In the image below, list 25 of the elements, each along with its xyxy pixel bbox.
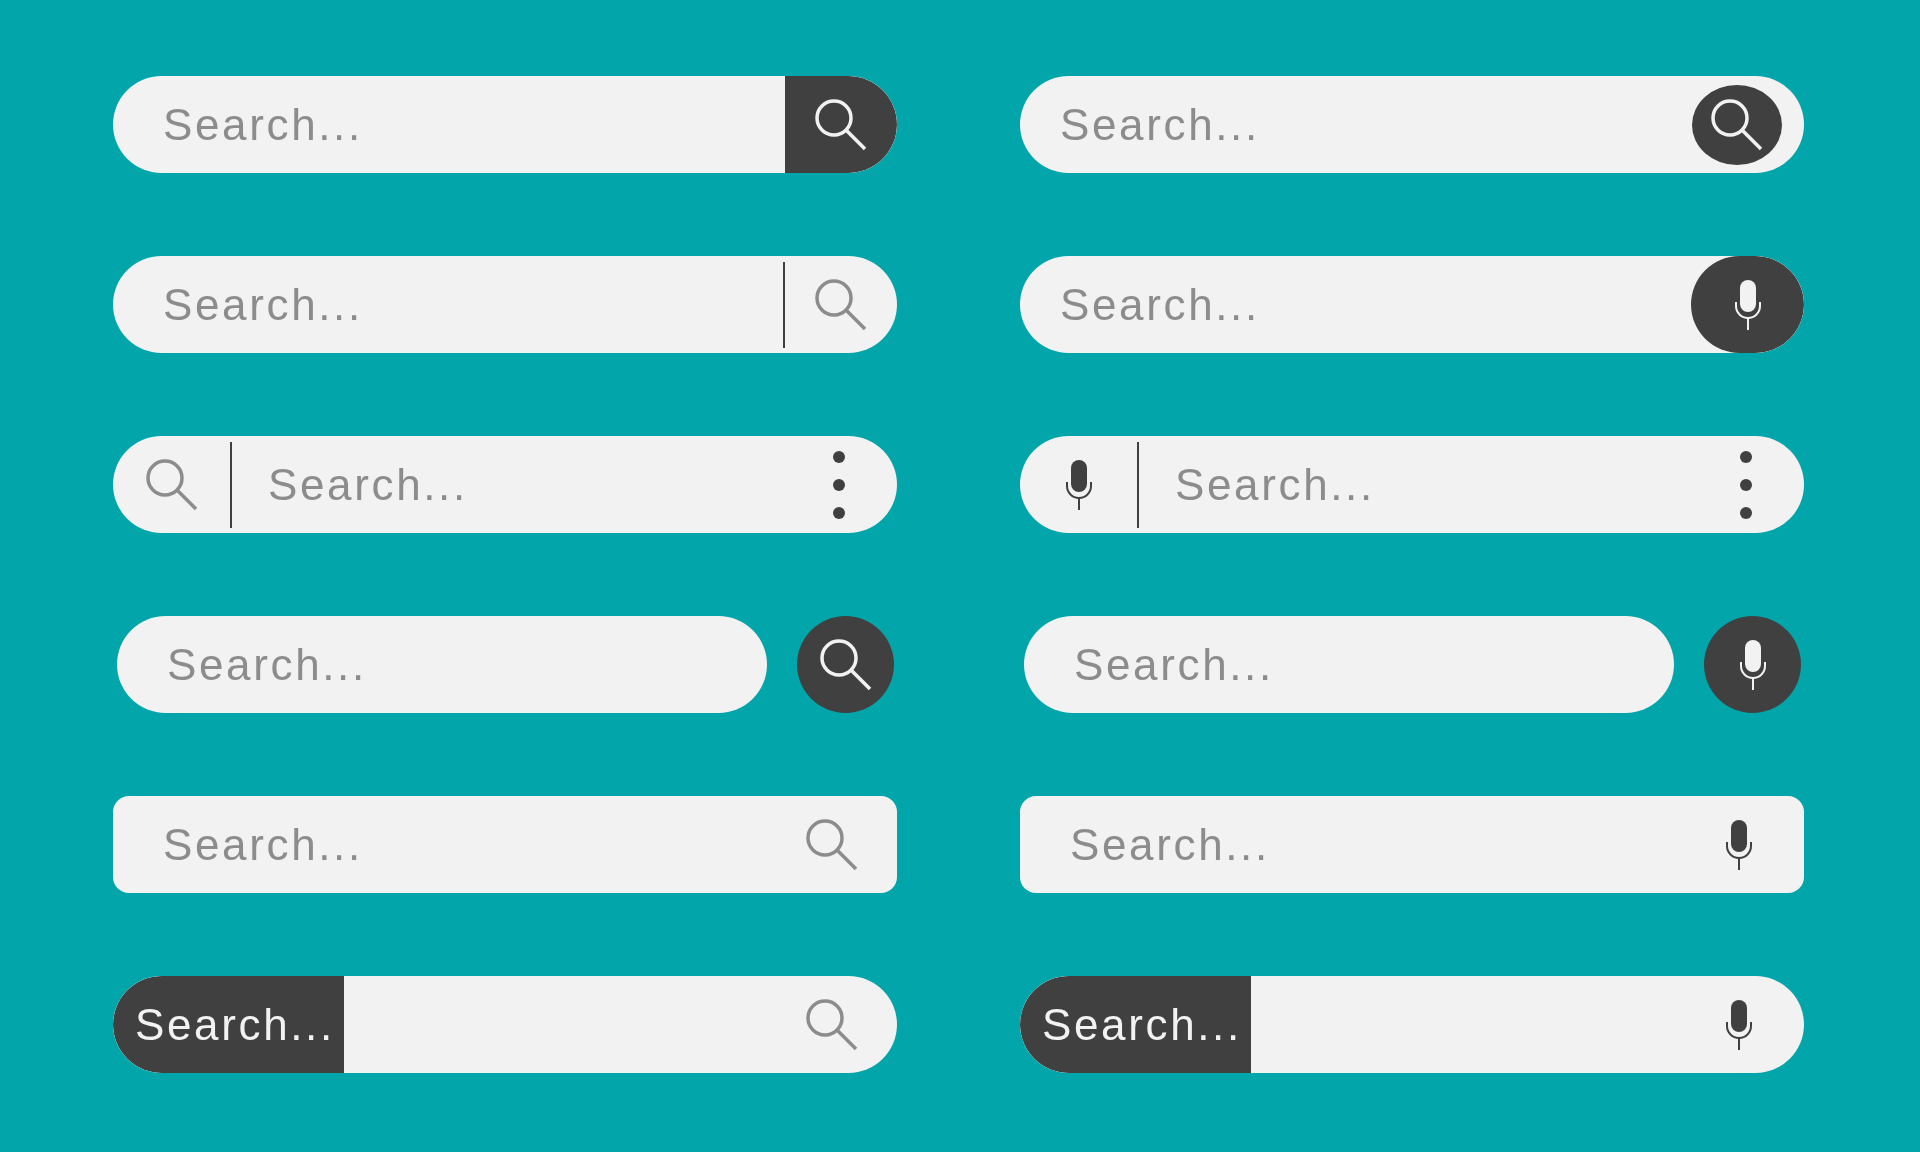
microphone-icon[interactable]	[1724, 998, 1754, 1051]
search-field[interactable]: Search...	[1020, 976, 1804, 1073]
search-input[interactable]: Search...	[1020, 796, 1674, 893]
search-label: Search...	[1020, 976, 1251, 1073]
search-field[interactable]: Search...	[1020, 436, 1804, 533]
search-input[interactable]: Search...	[232, 436, 833, 533]
search-input[interactable]: Search...	[1139, 436, 1740, 533]
microphone-icon[interactable]	[1063, 458, 1094, 511]
search-button[interactable]	[785, 76, 897, 173]
microphone-icon[interactable]	[1732, 278, 1763, 331]
search-field[interactable]: Search...	[113, 436, 897, 533]
microphone-icon[interactable]	[1724, 818, 1754, 871]
microphone-icon[interactable]	[1737, 638, 1768, 691]
search-input[interactable]: Search...	[1024, 616, 1674, 713]
search-label: Search...	[113, 976, 344, 1073]
more-menu-icon[interactable]	[1740, 450, 1752, 519]
search-input[interactable]: Search...	[117, 616, 767, 713]
search-input[interactable]: Search...	[113, 796, 767, 893]
search-icon[interactable]	[1709, 96, 1765, 153]
search-icon[interactable]	[817, 636, 874, 693]
search-field[interactable]: Search...	[1020, 796, 1804, 893]
search-field[interactable]: Search...	[113, 796, 897, 893]
search-icon[interactable]	[813, 96, 869, 153]
search-field[interactable]: Search...	[113, 976, 897, 1073]
more-menu-icon[interactable]	[833, 450, 845, 519]
